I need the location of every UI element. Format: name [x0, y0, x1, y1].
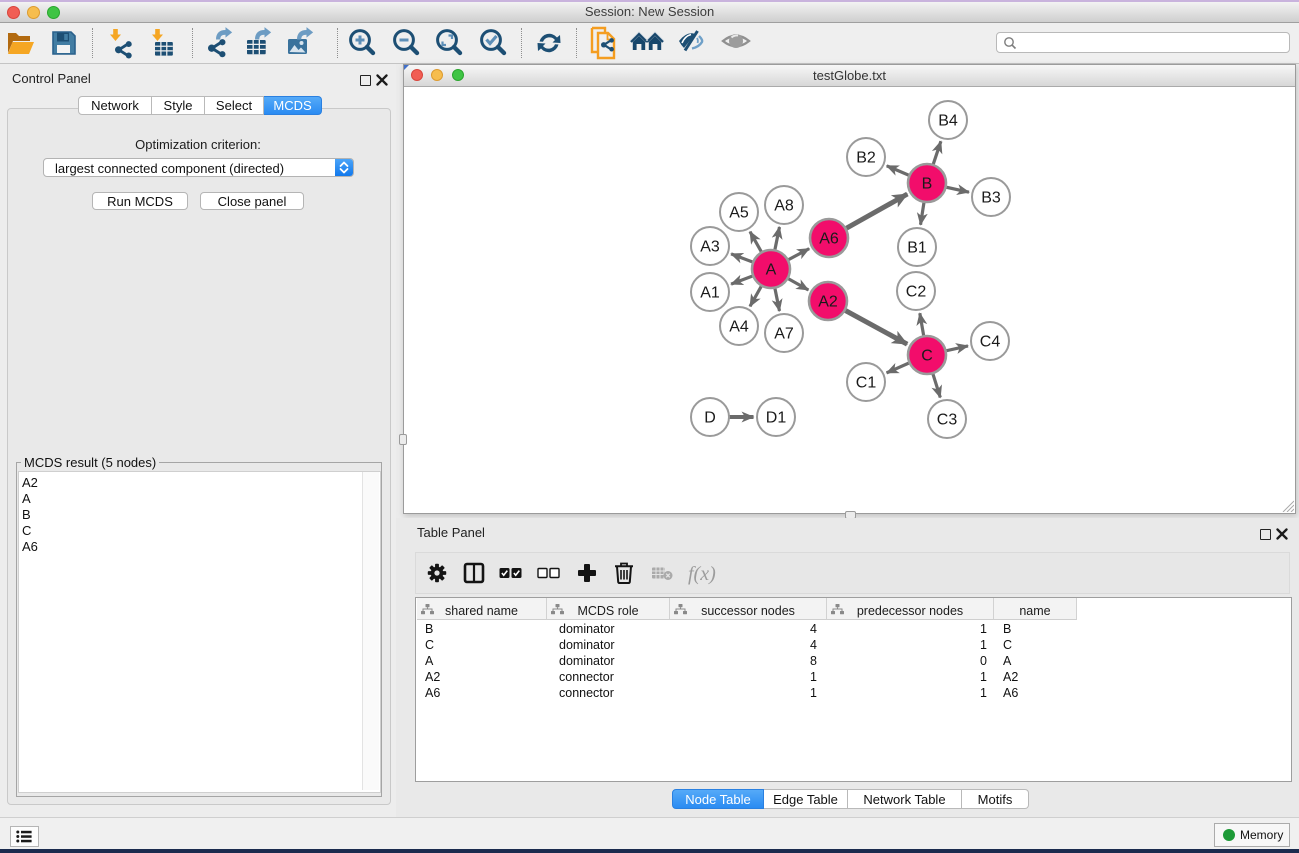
svg-text:A6: A6 [819, 231, 839, 248]
svg-text:B: B [922, 176, 933, 193]
svg-text:A4: A4 [729, 319, 749, 336]
svg-text:A3: A3 [700, 239, 720, 256]
svg-text:B4: B4 [938, 113, 958, 130]
svg-text:D1: D1 [766, 410, 787, 427]
svg-text:f(x): f(x) [688, 563, 716, 585]
svg-text:C1: C1 [856, 375, 877, 392]
svg-text:C3: C3 [937, 412, 958, 429]
svg-text:D: D [704, 410, 716, 427]
svg-text:A8: A8 [774, 198, 794, 215]
svg-text:C4: C4 [980, 334, 1001, 351]
svg-text:A5: A5 [729, 205, 749, 222]
svg-text:C2: C2 [906, 284, 927, 301]
svg-text:A7: A7 [774, 326, 794, 343]
svg-text:A2: A2 [818, 294, 838, 311]
svg-text:A: A [766, 262, 777, 279]
svg-text:A1: A1 [700, 285, 720, 302]
svg-text:C: C [921, 348, 933, 365]
svg-text:B1: B1 [907, 240, 927, 257]
svg-text:B3: B3 [981, 190, 1001, 207]
svg-text:B2: B2 [856, 150, 876, 167]
